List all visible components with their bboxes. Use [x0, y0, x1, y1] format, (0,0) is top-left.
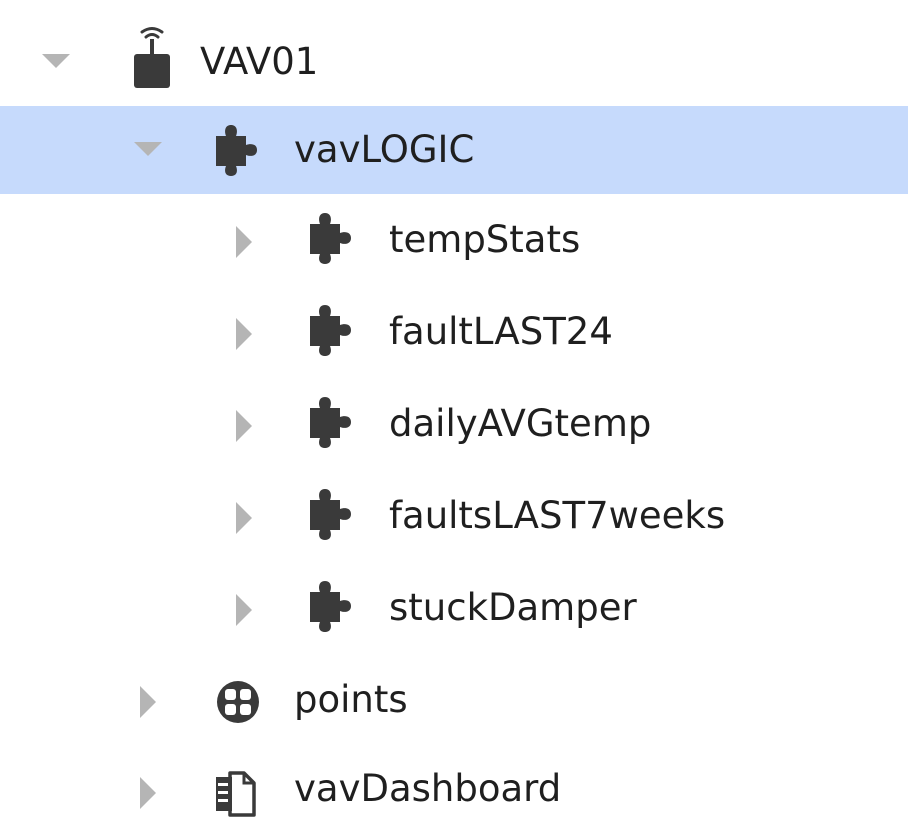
tree-label-tempstats: tempStats — [389, 218, 581, 261]
expanded-arrow-icon[interactable] — [40, 18, 80, 106]
tree-row-tempstats[interactable]: tempStats — [0, 196, 908, 284]
puzzle-icon — [306, 196, 366, 284]
collapsed-arrow-icon[interactable] — [230, 564, 270, 652]
tree-row-stuckdamper[interactable]: stuckDamper — [0, 564, 908, 652]
tree-label-faultslast7weeks: faultsLAST7weeks — [389, 494, 726, 537]
puzzle-icon — [306, 380, 366, 468]
collapsed-arrow-icon[interactable] — [230, 288, 270, 376]
tree-row-vav01[interactable]: VAV01 — [0, 18, 908, 106]
points-icon — [210, 656, 270, 744]
collapsed-arrow-icon[interactable] — [134, 745, 174, 833]
tree-row-vavdashboard[interactable]: vavDashboard — [0, 745, 908, 833]
tree-row-vavlogic[interactable]: vavLOGIC — [0, 106, 908, 194]
collapsed-arrow-icon[interactable] — [230, 196, 270, 284]
collapsed-arrow-icon[interactable] — [134, 656, 174, 744]
tree-label-dailyavgtemp: dailyAVGtemp — [389, 402, 652, 445]
collapsed-arrow-icon[interactable] — [230, 472, 270, 560]
puzzle-icon — [306, 288, 366, 376]
puzzle-icon — [212, 106, 272, 194]
tree-label-stuckdamper: stuckDamper — [389, 586, 637, 629]
expanded-arrow-icon[interactable] — [132, 106, 172, 194]
collapsed-arrow-icon[interactable] — [230, 380, 270, 468]
tree-label-points: points — [294, 678, 408, 721]
tree-label-vav01: VAV01 — [200, 40, 319, 83]
wireless-device-icon — [128, 18, 188, 106]
tree-label-vavdashboard: vavDashboard — [294, 767, 562, 810]
tree-label-vavlogic: vavLOGIC — [294, 128, 475, 171]
tree-label-faultlast24: faultLAST24 — [389, 310, 613, 353]
tree-row-faultlast24[interactable]: faultLAST24 — [0, 288, 908, 376]
document-icon — [208, 745, 268, 833]
tree-row-faultslast7weeks[interactable]: faultsLAST7weeks — [0, 472, 908, 560]
puzzle-icon — [306, 564, 366, 652]
tree-row-points[interactable]: points — [0, 656, 908, 744]
tree-row-dailyavgtemp[interactable]: dailyAVGtemp — [0, 380, 908, 468]
puzzle-icon — [306, 472, 366, 560]
tree-view: VAV01 vavLOGIC tempStats faultLAST24 dai… — [0, 0, 908, 833]
